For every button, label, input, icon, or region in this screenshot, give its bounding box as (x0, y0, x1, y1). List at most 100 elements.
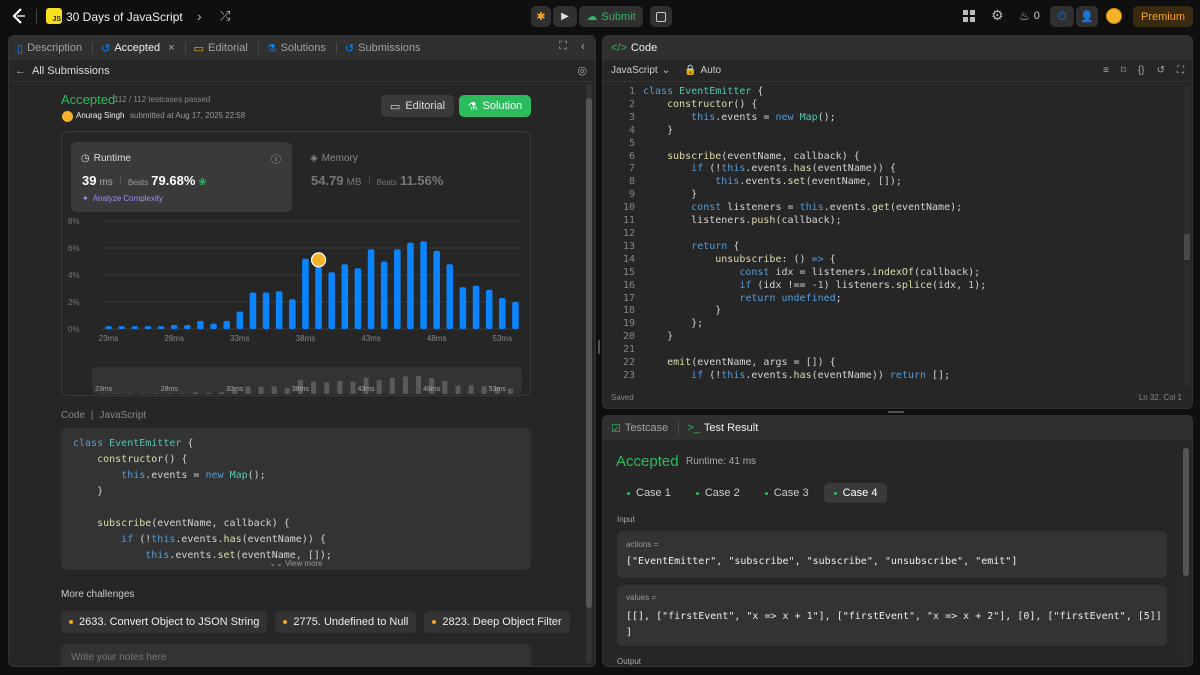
add-collaborator-button[interactable]: 👤 (1076, 6, 1098, 27)
chart-bar (446, 264, 454, 329)
my-submission-marker (310, 252, 327, 268)
submission-subheader: ← All Submissions ◎ (9, 60, 595, 82)
prev-problem-icon[interactable]: ‹ (172, 8, 186, 24)
shuffle-icon[interactable]: ⤮ (220, 8, 236, 24)
notes-input[interactable]: Write your notes here (61, 644, 531, 666)
streak-count: 0 (1033, 10, 1040, 22)
sparkle-icon: ✦ (82, 194, 89, 203)
editorial-button[interactable]: ▭ Editorial (381, 95, 454, 117)
add-user-icon: 👤 (1080, 11, 1094, 23)
next-problem-icon[interactable]: › (197, 8, 211, 24)
more-challenges-heading: More challenges (61, 589, 135, 600)
tab-description[interactable]: ▯ Description (17, 42, 82, 55)
chart-bar (459, 287, 467, 329)
close-icon[interactable]: × (168, 42, 174, 54)
case-tab-active[interactable]: Case 4 (823, 483, 888, 503)
chart-bar (210, 323, 217, 329)
range-selector[interactable]: 23ms 28ms 33ms 38ms 43ms 48ms 53ms (92, 367, 522, 394)
range-bar (192, 392, 198, 394)
book-icon: ▭ (193, 42, 205, 55)
editor-scrollbar-thumb[interactable] (1184, 234, 1190, 260)
tab-test-result[interactable]: >_ Test Result (687, 422, 758, 434)
username[interactable]: Anurag Singh (76, 111, 124, 120)
result-runtime: Runtime: 41 ms (686, 456, 757, 467)
fullscreen-icon[interactable]: ⛶ (1177, 65, 1184, 76)
runtime-distribution-chart: 8% 6% 4% 2% 0% 23ms 28ms 33ms 38ms 43ms 48ms 53ms (68, 217, 522, 343)
format-icon[interactable]: ≡ (1103, 65, 1109, 76)
tab-accepted[interactable]: ↺ Accepted × (101, 42, 175, 55)
info-icon[interactable]: ⓘ (271, 151, 281, 166)
vertical-resize-handle[interactable] (598, 340, 600, 354)
x-tick-label: 23ms (99, 334, 119, 343)
test-scrollbar[interactable] (1183, 446, 1189, 664)
tab-testcase[interactable]: ☑ Testcase (611, 422, 668, 435)
tab-editorial[interactable]: ▭ Editorial (194, 42, 248, 55)
gear-icon[interactable]: ⚙ (991, 7, 1004, 24)
collapse-icon[interactable]: ‹ (581, 39, 585, 53)
language-select[interactable]: JavaScript ⌄ (611, 65, 670, 76)
layout-icon[interactable] (963, 10, 975, 22)
runtime-card[interactable]: ◷ Runtime ⓘ 39 ms Beats 79.68% ❀ ✦ Analyze… (71, 142, 292, 212)
debug-button[interactable]: ✱ (531, 6, 551, 27)
test-scrollbar-thumb[interactable] (1183, 448, 1189, 576)
param-box: actions = ["EventEmitter", "subscribe", … (617, 531, 1167, 578)
range-bar (324, 382, 330, 394)
chart-bar (289, 299, 296, 329)
runtime-label: Runtime (93, 153, 131, 164)
test-tabbar: ☑ Testcase >_ Test Result (603, 416, 1192, 440)
reset-icon[interactable]: ↺ (1157, 65, 1165, 76)
editor-scrollbar[interactable] (1184, 86, 1190, 386)
scrollbar-thumb[interactable] (586, 98, 592, 608)
lock-icon: 🔒 (684, 65, 697, 76)
range-bar (114, 393, 120, 394)
top-bar: JS 30 Days of JavaScript ‹ › ⤮ ✱ ▶ ☁ Sub… (0, 0, 1200, 33)
memory-beats-label: Beats (376, 178, 398, 187)
challenge-chip[interactable]: 2633. Convert Object to JSON String (61, 611, 268, 633)
chart-bar (380, 261, 388, 329)
study-plan-icon[interactable]: JS (46, 8, 62, 24)
terminal-icon: >_ (687, 422, 700, 434)
all-submissions-link[interactable]: All Submissions (32, 65, 110, 77)
tab-submissions[interactable]: ↺ Submissions (345, 42, 421, 55)
scrollbar[interactable] (586, 84, 592, 664)
chart-bar (118, 326, 125, 329)
run-button[interactable]: ▶ (553, 6, 577, 27)
visibility-icon[interactable]: ◎ (577, 64, 587, 77)
range-bar (206, 392, 212, 394)
avatar[interactable] (1106, 8, 1122, 24)
case-tab[interactable]: Case 3 (755, 483, 819, 503)
solution-button[interactable]: ⚗ Solution (459, 95, 531, 117)
analyze-complexity-link[interactable]: ✦ Analyze Complexity (82, 194, 163, 203)
flask-icon: ⚗ (266, 42, 277, 55)
back-arrow-icon[interactable]: ← (15, 65, 26, 77)
chart-bar (131, 326, 139, 329)
challenge-chip[interactable]: 2823. Deep Object Filter (424, 611, 570, 633)
leetcode-logo[interactable] (10, 7, 28, 25)
submission-time: submitted at Aug 17, 2025 22:58 (130, 111, 246, 120)
study-plan-title[interactable]: 30 Days of JavaScript (66, 10, 183, 24)
notes-button[interactable] (650, 6, 672, 27)
memory-card[interactable]: ◈ Memory 54.79 MB Beats 11.56% (302, 142, 522, 212)
streak-counter[interactable]: ♨ 0 (1019, 9, 1040, 23)
challenge-chip[interactable]: 2775. Undefined to Null (275, 611, 417, 633)
case-tab[interactable]: Case 2 (686, 483, 750, 503)
timer-button[interactable]: ⏱ (1050, 6, 1074, 27)
code-editor[interactable]: class EventEmitter { constructor() { thi… (643, 86, 986, 383)
premium-button[interactable]: Premium (1133, 6, 1193, 27)
auto-mode[interactable]: 🔒 Auto (684, 65, 721, 76)
horizontal-resize-handle[interactable] (888, 411, 904, 413)
braces-icon[interactable]: {} (1138, 65, 1145, 76)
view-more-button[interactable]: ⌄⌄ View more (61, 559, 531, 568)
bookmark-icon[interactable]: ⌑ (1121, 65, 1126, 76)
maximize-icon[interactable]: ⛶ (559, 40, 567, 53)
submit-button[interactable]: ☁ Submit (579, 6, 643, 27)
range-tick-label: 23ms (95, 386, 113, 393)
editor-toolbar: JavaScript ⌄ 🔒 Auto ≡ ⌑ {} ↺ ⛶ (603, 60, 1192, 82)
leetcode-plant-icon: ❀ (198, 177, 207, 188)
case-tab[interactable]: Case 1 (617, 483, 681, 503)
save-status: Saved (611, 392, 634, 402)
chip-icon: ◈ (310, 153, 318, 164)
chart-bar (433, 250, 440, 329)
tab-solutions[interactable]: ⚗ Solutions (267, 42, 326, 55)
range-bar (416, 376, 422, 394)
